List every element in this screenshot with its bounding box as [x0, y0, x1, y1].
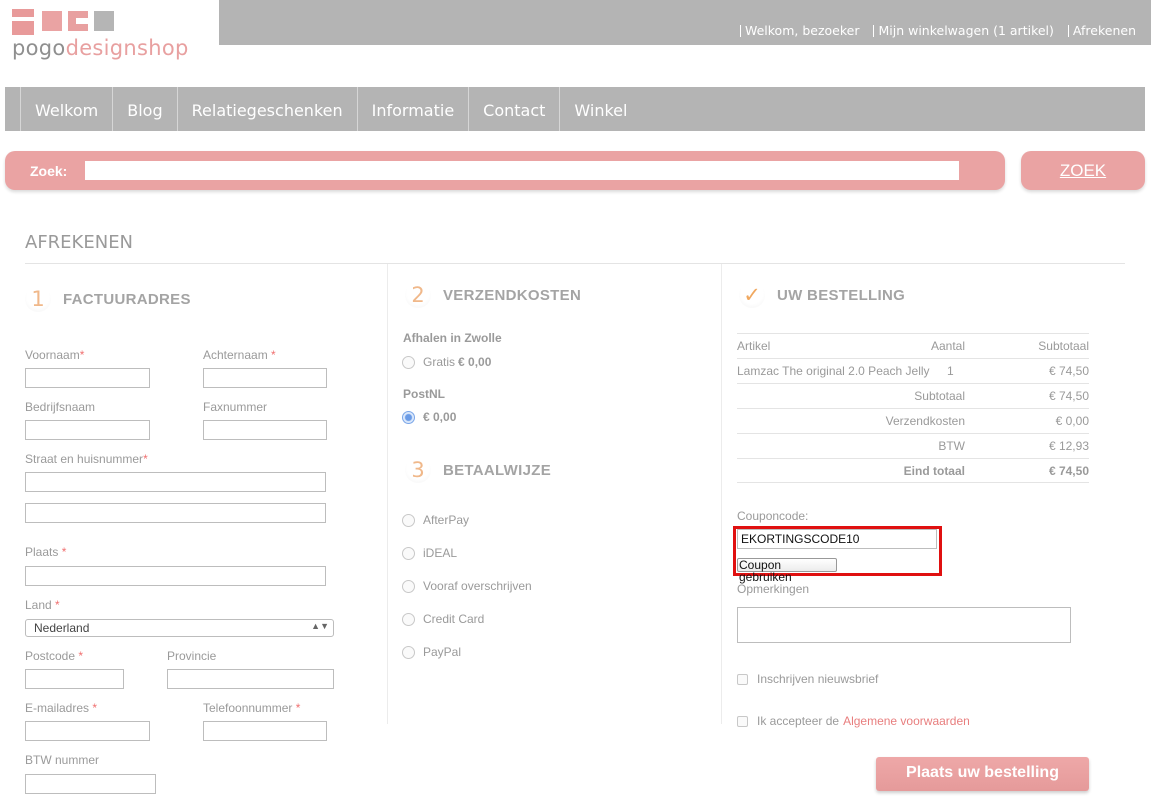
table-header: Artikel Aantal Subtotaal	[737, 333, 1089, 358]
payment-option-paypal[interactable]: PayPal	[402, 645, 461, 659]
btw-row: BTW € 12,93	[737, 433, 1089, 458]
shipping-option-afhalen[interactable]: Gratis € 0,00	[402, 355, 491, 369]
logo-mark-icon	[12, 9, 132, 35]
nav-item-welkom[interactable]: Welkom	[20, 87, 112, 131]
remarks-textarea[interactable]	[737, 607, 1071, 643]
step-number: 2	[405, 282, 431, 308]
nav-item-relatiegeschenken[interactable]: Relatiegeschenken	[176, 87, 357, 131]
coupon-input[interactable]: EKORTINGSCODE10	[737, 529, 937, 549]
field-label-provincie: Provincie	[167, 649, 217, 663]
newsletter-checkbox[interactable]: Inschrijven nieuwsbrief	[737, 672, 878, 686]
order-heading: ✓ UW BESTELLING	[739, 282, 905, 308]
nav-item-winkel[interactable]: Winkel	[559, 87, 641, 131]
search-input[interactable]	[85, 161, 959, 180]
field-label-telefoon: Telefoonnummer *	[203, 701, 301, 715]
shipping-group-afhalen: Afhalen in Zwolle	[403, 331, 502, 345]
field-label-email: E-mailadres *	[25, 701, 98, 715]
nav-item-blog[interactable]: Blog	[112, 87, 176, 131]
field-label-bedrijfsnaam: Bedrijfsnaam	[25, 400, 96, 414]
total-row: Eind totaal € 74,50	[737, 458, 1089, 483]
section-title: BETAALWIJZE	[443, 461, 552, 479]
radio-button-selected[interactable]	[402, 410, 415, 424]
terms-link[interactable]: Algemene voorwaarden	[843, 714, 970, 728]
billing-heading: 1 FACTUURADRES	[25, 286, 191, 312]
search-label: Zoek:	[30, 163, 68, 179]
shipping-row: Verzendkosten € 0,00	[737, 408, 1089, 433]
straat-input[interactable]	[25, 472, 326, 492]
email-input[interactable]	[25, 721, 150, 741]
field-label-plaats: Plaats *	[25, 545, 67, 559]
shipping-heading: 2 VERZENDKOSTEN	[405, 282, 581, 308]
divider	[25, 263, 1125, 264]
coupon-apply-button[interactable]: Coupon gebruiken	[737, 558, 837, 583]
btw-input[interactable]	[25, 774, 156, 794]
field-label-achternaam: Achternaam *	[203, 348, 276, 362]
select-arrows-icon: ▲▼	[311, 621, 329, 631]
section-title: VERZENDKOSTEN	[443, 286, 582, 304]
achternaam-input[interactable]	[203, 368, 327, 388]
postcode-input[interactable]	[25, 669, 124, 689]
telefoon-input[interactable]	[203, 721, 327, 741]
radio-button[interactable]	[402, 355, 415, 369]
subtotal-row: Subtotaal € 74,50	[737, 383, 1089, 408]
search-button[interactable]: ZOEK	[1021, 151, 1145, 190]
shipping-option-postnl[interactable]: € 0,00	[402, 410, 456, 424]
checkbox[interactable]	[737, 673, 748, 685]
provincie-input[interactable]	[167, 669, 334, 689]
main-nav: Welkom Blog Relatiegeschenken Informatie…	[5, 87, 1145, 131]
top-links: Welkom, bezoeker Mijn winkelwagen (1 art…	[726, 24, 1136, 37]
payment-option-afterpay[interactable]: AfterPay	[402, 513, 469, 527]
coupon-label: Couponcode:	[737, 509, 809, 523]
remarks-label: Opmerkingen	[737, 582, 810, 596]
bedrijfsnaam-input[interactable]	[25, 420, 150, 440]
section-title: UW BESTELLING	[777, 286, 906, 304]
order-table: Artikel Aantal Subtotaal Lamzac The orig…	[737, 333, 1089, 483]
field-label-faxnummer: Faxnummer	[203, 400, 268, 414]
step-number: 1	[25, 286, 51, 312]
field-label-voornaam: Voornaam*	[25, 348, 85, 362]
field-label-straat: Straat en huisnummer*	[25, 452, 148, 466]
cart-link[interactable]: Mijn winkelwagen (1 artikel)	[873, 24, 1054, 37]
payment-option-creditcard[interactable]: Credit Card	[402, 612, 484, 626]
page-title: AFREKENEN	[25, 232, 134, 253]
field-label-postcode: Postcode *	[25, 649, 84, 663]
logo[interactable]: pogodesignshop	[0, 0, 219, 75]
payment-option-vooraf[interactable]: Vooraf overschrijven	[402, 579, 532, 593]
field-label-btw: BTW nummer	[25, 753, 100, 767]
table-row: Lamzac The original 2.0 Peach Jelly 1 € …	[737, 358, 1089, 383]
straat-input-2[interactable]	[25, 503, 326, 523]
voornaam-input[interactable]	[25, 368, 150, 388]
land-select[interactable]: Nederland ▲▼	[25, 619, 334, 637]
nav-item-contact[interactable]: Contact	[468, 87, 559, 131]
column-divider	[721, 264, 722, 724]
plaats-input[interactable]	[25, 566, 326, 586]
step-number: 3	[405, 457, 431, 483]
logo-text: pogodesignshop	[12, 36, 189, 60]
place-order-button[interactable]: Plaats uw bestelling	[876, 757, 1089, 791]
shipping-group-postnl: PostNL	[403, 387, 445, 401]
column-divider	[387, 264, 388, 724]
checkbox[interactable]	[737, 715, 748, 727]
faxnummer-input[interactable]	[203, 420, 327, 440]
payment-heading: 3 BETAALWIJZE	[405, 457, 551, 483]
payment-option-ideal[interactable]: iDEAL	[402, 546, 457, 560]
section-title: FACTUURADRES	[63, 290, 191, 308]
search-bar: Zoek:	[5, 151, 1005, 190]
checkout-link[interactable]: Afrekenen	[1067, 24, 1136, 37]
welcome-link[interactable]: Welkom, bezoeker	[739, 24, 859, 37]
field-label-land: Land *	[25, 598, 60, 612]
nav-item-informatie[interactable]: Informatie	[356, 87, 469, 131]
checkmark-icon: ✓	[739, 282, 765, 308]
terms-checkbox[interactable]: Ik accepteer de Algemene voorwaarden	[737, 714, 970, 728]
